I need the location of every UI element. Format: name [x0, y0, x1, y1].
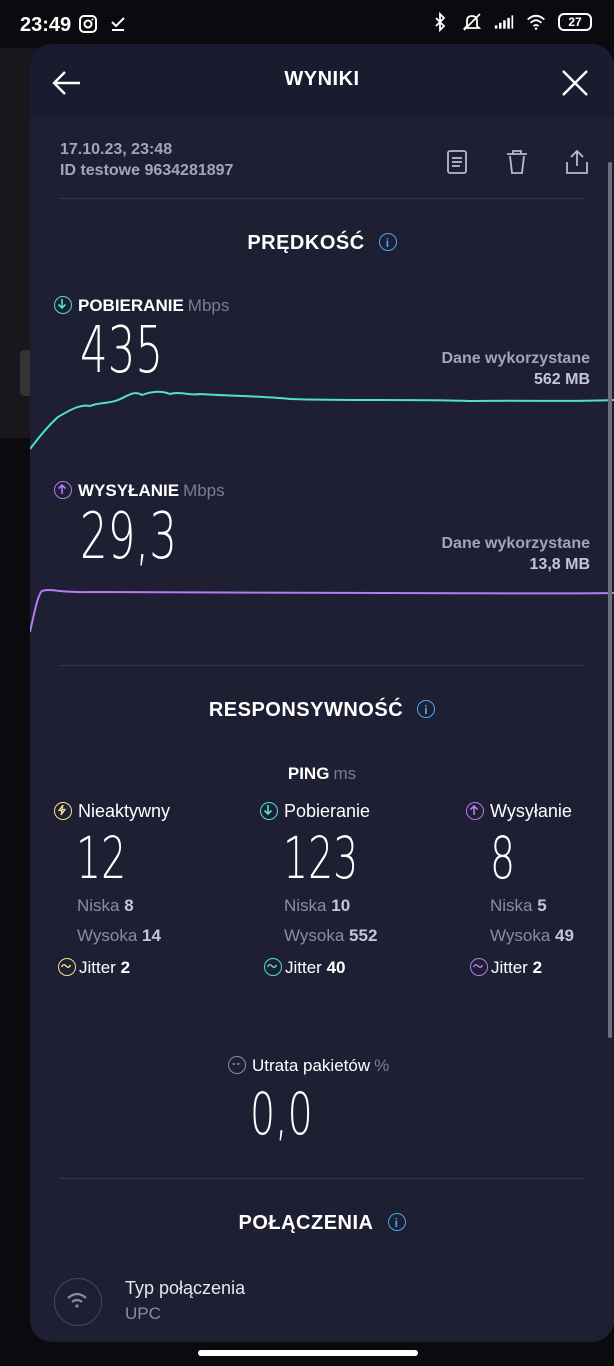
- ping-unit: ms: [333, 764, 357, 783]
- idle-label: Nieaktywny: [54, 801, 170, 822]
- silent-mode-icon: [462, 13, 482, 31]
- upload-arrow-icon: [466, 802, 484, 820]
- upload-ping-high: Wysoka 49: [490, 926, 574, 945]
- upload-usage-value: 13,8 MB: [529, 556, 590, 573]
- connection-type-icon: [54, 1278, 102, 1326]
- upload-ping-value: 8: [490, 824, 516, 892]
- responsiveness-title-text: RESPONSYWNOŚĆ: [208, 699, 404, 721]
- download-arrow-icon: [260, 802, 278, 820]
- scrollbar[interactable]: [608, 162, 612, 1038]
- status-time: 23:49: [20, 14, 72, 36]
- download-ping-label-text: Pobieranie: [284, 801, 371, 821]
- download-value: 435: [80, 314, 164, 388]
- bluetooth-icon: [435, 12, 446, 32]
- delete-icon[interactable]: [504, 148, 530, 176]
- upload-unit: Mbps: [183, 481, 225, 500]
- info-icon[interactable]: i: [387, 1213, 406, 1231]
- idle-ping-value: 12: [76, 824, 127, 892]
- download-ping-value: 123: [283, 824, 359, 892]
- download-done-icon: [111, 17, 125, 31]
- battery-indicator: 27: [558, 13, 592, 31]
- wifi-icon: [527, 14, 545, 30]
- download-label: POBIERANIE Mbps: [54, 296, 229, 316]
- responsiveness-section-title: RESPONSYWNOŚĆ i: [30, 699, 614, 722]
- close-icon[interactable]: [558, 66, 592, 100]
- upload-usage-title: Dane wykorzystane: [441, 535, 590, 552]
- idle-label-text: Nieaktywny: [78, 801, 171, 821]
- status-bar: 23:49 27: [0, 0, 614, 48]
- download-unit: Mbps: [187, 296, 230, 315]
- wifi-icon: [66, 1292, 87, 1308]
- download-label-text: POBIERANIE: [78, 296, 184, 315]
- ping-header: PING ms: [30, 764, 614, 784]
- signal-icon: [494, 15, 514, 29]
- packet-loss-value: 0,0: [250, 1080, 313, 1148]
- packet-loss-label: Utrata pakietów%: [228, 1056, 389, 1076]
- report-icon[interactable]: [444, 148, 470, 176]
- speed-section-title: PRĘDKOŚĆ i: [30, 232, 614, 255]
- divider: [60, 1178, 585, 1179]
- download-ping-label: Pobieranie: [260, 801, 370, 822]
- upload-value: 29,3: [80, 500, 177, 574]
- connections-section-title: POŁĄCZENIA i: [30, 1212, 614, 1235]
- info-icon[interactable]: i: [417, 700, 436, 718]
- upload-jitter: Jitter 2: [470, 958, 542, 978]
- speed-title-text: PRĘDKOŚĆ: [247, 232, 365, 254]
- download-usage-title: Dane wykorzystane: [441, 350, 590, 367]
- upload-arrow-icon: [54, 481, 72, 499]
- jitter-wave-icon: [264, 958, 282, 976]
- upload-label: WYSYŁANIE Mbps: [54, 481, 225, 501]
- page-title: WYNIKI: [284, 68, 360, 90]
- divider: [60, 198, 585, 199]
- jitter-wave-icon: [58, 958, 76, 976]
- upload-ping-low: Niska 5: [490, 896, 547, 915]
- idle-jitter: Jitter 2: [58, 958, 130, 978]
- packet-loss-label-text: Utrata pakietów: [252, 1056, 371, 1075]
- instagram-icon: [79, 15, 97, 33]
- info-icon[interactable]: i: [378, 233, 397, 251]
- upload-ping-label-text: Wysyłanie: [490, 801, 572, 821]
- upload-label-text: WYSYŁANIE: [78, 481, 180, 500]
- connection-type-label: Typ połączenia: [125, 1278, 246, 1298]
- home-indicator[interactable]: [198, 1350, 418, 1356]
- download-ping-low: Niska 10: [284, 896, 351, 915]
- results-sheet: WYNIKI 17.10.23, 23:48 ID testowe 963428…: [30, 44, 614, 1342]
- jitter-wave-icon: [470, 958, 488, 976]
- results-header: WYNIKI: [30, 44, 614, 118]
- download-speed-graph: [30, 390, 614, 450]
- idle-bolt-icon: [54, 802, 72, 820]
- test-date: 17.10.23, 23:48: [60, 141, 173, 158]
- packet-loss-icon: [228, 1056, 246, 1074]
- connection-type-value: UPC: [125, 1304, 161, 1323]
- download-jitter: Jitter 40: [264, 958, 346, 978]
- idle-high: Wysoka 14: [77, 926, 161, 945]
- divider: [60, 665, 585, 666]
- packet-loss-unit: %: [374, 1056, 390, 1075]
- upload-speed-graph: [30, 589, 614, 633]
- share-icon[interactable]: [564, 148, 590, 176]
- upload-ping-label: Wysyłanie: [466, 801, 572, 822]
- ping-label: PING: [287, 764, 330, 783]
- connections-title-text: POŁĄCZENIA: [238, 1212, 374, 1234]
- test-id: ID testowe 9634281897: [60, 162, 234, 179]
- download-ping-high: Wysoka 552: [284, 926, 378, 945]
- idle-low: Niska 8: [77, 896, 134, 915]
- download-arrow-icon: [54, 296, 72, 314]
